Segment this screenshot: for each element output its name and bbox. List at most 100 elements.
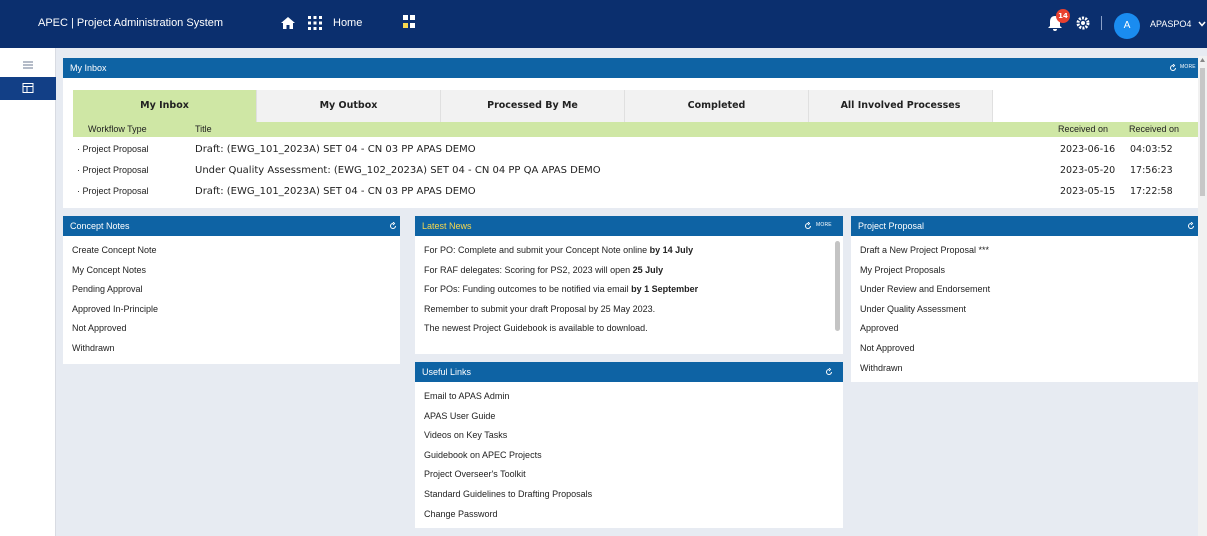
concept-notes-link[interactable]: My Concept Notes: [72, 262, 400, 282]
news-text: For POs: Funding outcomes to be notified…: [424, 284, 632, 295]
concept-notes-header: Concept Notes: [63, 216, 400, 236]
table-row[interactable]: · Project Proposal Under Quality Assessm…: [73, 161, 1200, 182]
settings-gear-icon[interactable]: [1076, 16, 1090, 30]
useful-links-panel: Useful Links Email to APAS Admin APAS Us…: [415, 362, 843, 528]
project-proposal-link[interactable]: Approved: [860, 320, 1203, 340]
received-date-cell: 2023-06-16: [1060, 144, 1116, 155]
received-date-cell: 2023-05-15: [1060, 186, 1116, 197]
project-proposal-link[interactable]: My Project Proposals: [860, 262, 1203, 282]
column-header-received-time[interactable]: Received on: [1129, 124, 1179, 134]
news-text: The newest Project Guidebook is availabl…: [424, 323, 648, 334]
table-row[interactable]: · Project Proposal Draft: (EWG_101_2023A…: [73, 182, 1200, 203]
useful-link[interactable]: APAS User Guide: [424, 408, 843, 428]
tab-all-involved-processes[interactable]: All Involved Processes: [809, 90, 993, 122]
table-row[interactable]: · Project Proposal Draft: (EWG_101_2023A…: [73, 140, 1200, 161]
home-icon[interactable]: [280, 15, 296, 31]
refresh-icon[interactable]: [804, 222, 812, 230]
project-proposal-list: Draft a New Project Proposal *** My Proj…: [851, 236, 1203, 379]
refresh-icon[interactable]: [1187, 222, 1195, 230]
user-name[interactable]: APASPO4: [1150, 19, 1191, 29]
news-item[interactable]: For RAF delegates: Scoring for PS2, 2023…: [424, 262, 843, 282]
latest-news-panel: Latest News MORE For PO: Complete and su…: [415, 216, 843, 354]
inbox-tabs: My Inbox My Outbox Processed By Me Compl…: [73, 90, 993, 122]
tab-completed[interactable]: Completed: [625, 90, 809, 122]
news-text: For RAF delegates: Scoring for PS2, 2023…: [424, 264, 633, 275]
column-header-received-date[interactable]: Received on: [1058, 124, 1108, 134]
title-cell[interactable]: Under Quality Assessment: (EWG_102_2023A…: [195, 165, 601, 176]
useful-link[interactable]: Change Password: [424, 506, 843, 526]
news-item[interactable]: Remember to submit your draft Proposal b…: [424, 301, 843, 321]
title-cell[interactable]: Draft: (EWG_101_2023A) SET 04 - CN 03 PP…: [195, 186, 476, 197]
main-content: My Inbox MORE My Inbox My Outbox Process…: [56, 48, 1207, 536]
concept-notes-link[interactable]: Not Approved: [72, 320, 400, 340]
tab-my-outbox[interactable]: My Outbox: [257, 90, 441, 122]
panel-title: Concept Notes: [70, 221, 130, 231]
inbox-panel-header: My Inbox MORE: [63, 58, 1203, 78]
user-avatar[interactable]: A: [1114, 13, 1140, 39]
concept-notes-list: Create Concept Note My Concept Notes Pen…: [63, 236, 400, 360]
refresh-icon[interactable]: [825, 368, 833, 376]
project-proposal-link[interactable]: Not Approved: [860, 340, 1203, 360]
inbox-table-header: Workflow Type Title Received on Received…: [73, 122, 1200, 137]
project-proposal-header: Project Proposal: [851, 216, 1203, 236]
panel-title: Latest News: [422, 221, 472, 231]
received-time-cell: 17:22:58: [1130, 186, 1173, 197]
tab-my-inbox[interactable]: My Inbox: [73, 90, 257, 122]
left-sidebar: [0, 48, 56, 536]
project-proposal-link[interactable]: Under Quality Assessment: [860, 301, 1203, 321]
useful-links-header: Useful Links: [415, 362, 843, 382]
workflow-type-cell: · Project Proposal: [77, 144, 149, 154]
column-header-title[interactable]: Title: [195, 124, 212, 134]
received-date-cell: 2023-05-20: [1060, 165, 1116, 176]
news-highlight: 25 July: [632, 264, 664, 275]
sidebar-item-dashboard[interactable]: [0, 77, 56, 100]
news-item[interactable]: For POs: Funding outcomes to be notified…: [424, 281, 843, 301]
news-highlight: by 1 September: [631, 284, 699, 295]
org-chart-icon[interactable]: [402, 14, 416, 30]
useful-link[interactable]: Guidebook on APEC Projects: [424, 447, 843, 467]
news-item[interactable]: The newest Project Guidebook is availabl…: [424, 320, 843, 340]
home-link[interactable]: Home: [333, 17, 362, 29]
page-scrollbar[interactable]: [1198, 56, 1207, 536]
project-proposal-link[interactable]: Under Review and Endorsement: [860, 281, 1203, 301]
refresh-icon[interactable]: [1169, 64, 1177, 72]
concept-notes-link[interactable]: Pending Approval: [72, 281, 400, 301]
panel-title: Useful Links: [422, 367, 472, 377]
useful-link[interactable]: Standard Guidelines to Drafting Proposal…: [424, 486, 843, 506]
apps-grid-icon[interactable]: [308, 16, 322, 30]
project-proposal-link[interactable]: Draft a New Project Proposal ***: [860, 242, 1203, 262]
received-time-cell: 17:56:23: [1130, 165, 1173, 176]
news-highlight: by 14 July: [649, 245, 694, 255]
concept-notes-link[interactable]: Create Concept Note: [72, 242, 400, 262]
scroll-up-arrow-icon[interactable]: [1200, 58, 1205, 62]
tab-processed-by-me[interactable]: Processed By Me: [441, 90, 625, 122]
news-more-link[interactable]: MORE: [816, 222, 832, 228]
column-header-workflow-type[interactable]: Workflow Type: [88, 124, 147, 134]
useful-link[interactable]: Videos on Key Tasks: [424, 427, 843, 447]
news-item[interactable]: For PO: Complete and submit your Concept…: [424, 242, 843, 262]
panel-title: Project Proposal: [858, 221, 925, 231]
project-proposal-link[interactable]: Withdrawn: [860, 360, 1203, 380]
app-title[interactable]: APEC | Project Administration System: [38, 17, 223, 29]
chevron-down-icon[interactable]: [1198, 21, 1206, 27]
concept-notes-panel: Concept Notes Create Concept Note My Con…: [63, 216, 400, 364]
concept-notes-link[interactable]: Withdrawn: [72, 340, 400, 360]
useful-link[interactable]: Email to APAS Admin: [424, 388, 843, 408]
news-scrollbar[interactable]: [835, 241, 840, 331]
inbox-panel: My Inbox MORE My Inbox My Outbox Process…: [63, 58, 1203, 208]
concept-notes-link[interactable]: Approved In-Principle: [72, 301, 400, 321]
workflow-type-cell: · Project Proposal: [77, 186, 149, 196]
useful-links-list: Email to APAS Admin APAS User Guide Vide…: [415, 382, 843, 525]
received-time-cell: 04:03:52: [1130, 144, 1173, 155]
menu-icon: [23, 61, 33, 69]
inbox-more-link[interactable]: MORE: [1180, 64, 1196, 70]
refresh-icon[interactable]: [389, 222, 397, 230]
page-scrollbar-thumb[interactable]: [1200, 68, 1205, 196]
latest-news-header: Latest News MORE: [415, 216, 843, 236]
news-text: Remember to submit your draft Proposal b…: [424, 303, 656, 314]
news-list: For PO: Complete and submit your Concept…: [415, 236, 843, 340]
news-text: For PO: Complete and submit your Concept…: [424, 245, 650, 255]
sidebar-menu-toggle[interactable]: [0, 54, 56, 77]
useful-link[interactable]: Project Overseer's Toolkit: [424, 466, 843, 486]
title-cell[interactable]: Draft: (EWG_101_2023A) SET 04 - CN 03 PP…: [195, 144, 476, 155]
